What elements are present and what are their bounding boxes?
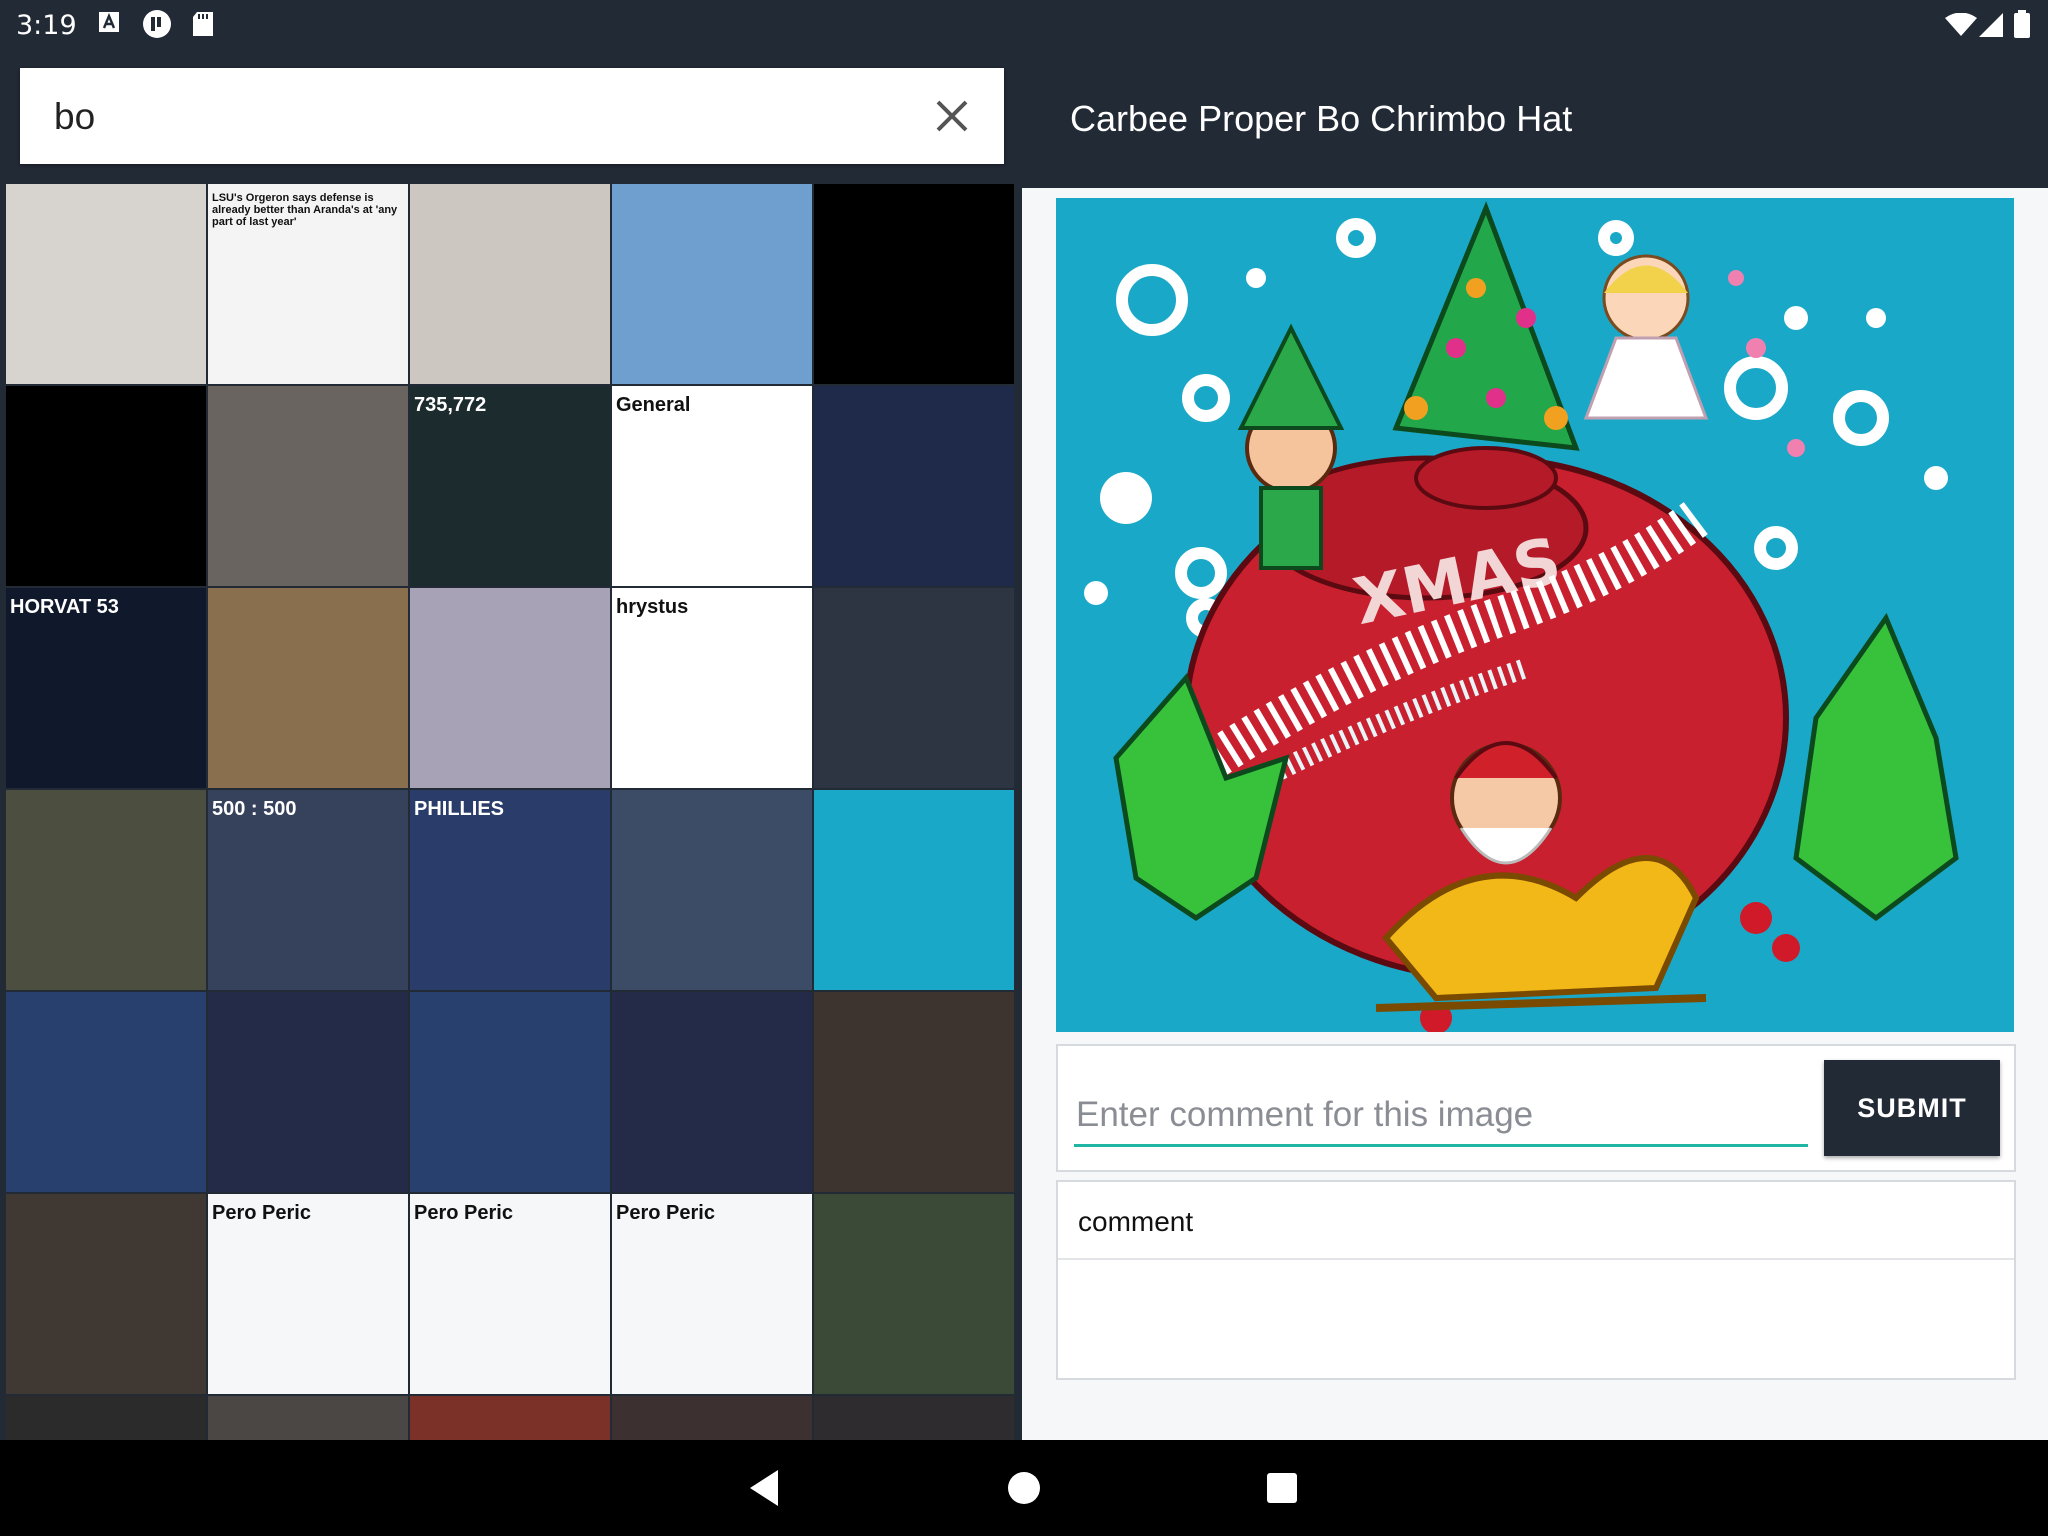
grid-image-partial-2[interactable] [208,1396,408,1440]
grid-image-partial-5[interactable] [814,1396,1014,1440]
comment-form: SUBMIT [1056,1044,2016,1172]
grid-image-football-card[interactable] [814,1194,1014,1394]
image-caption: Pero Peric [212,1202,311,1224]
recents-icon[interactable] [1262,1468,1302,1508]
grid-image-social-post-2[interactable]: Pero Peric [410,1194,610,1394]
grid-image-partial-1[interactable] [6,1396,206,1440]
grid-image-partial-3[interactable] [410,1396,610,1440]
grid-image-cards-binder-2[interactable] [208,992,408,1192]
image-caption: 735,772 [414,394,487,416]
image-caption: General [616,394,691,416]
detail-header: Carbee Proper Bo Chrimbo Hat [1022,50,2048,188]
grid-image-mandalorian[interactable] [612,790,812,990]
grid-image-man-guitar[interactable] [208,588,408,788]
grid-image-social-post-1[interactable]: Pero Peric [208,1194,408,1394]
grid-image-rookie-card[interactable] [814,588,1014,788]
comment-text: comment [1078,1206,1194,1237]
comments-list: comment [1056,1180,2016,1380]
grid-image-green-stick-2[interactable] [6,386,206,586]
signal-icon [1979,13,2003,37]
grid-image-lsu-news[interactable]: LSU's Orgeron says defense is already be… [208,184,408,384]
grid-image-game-500[interactable]: 500 : 500 [208,790,408,990]
sd-card-icon [193,12,213,36]
grid-image-man-red-nose[interactable] [410,184,610,384]
home-icon[interactable] [1004,1468,1044,1508]
close-icon[interactable] [930,94,974,138]
grid-image-phillies-cards[interactable]: PHILLIES [410,790,610,990]
navigation-bar [0,1440,2048,1536]
grid-image-cards-binder-4[interactable] [612,992,812,1192]
selected-image: XMAS [1056,198,2014,1032]
image-title: Carbee Proper Bo Chrimbo Hat [1070,98,1573,139]
xmas-hat-illustration: XMAS [1056,198,2014,1032]
list-item: comment [1058,1182,2014,1260]
font-icon [99,12,119,32]
image-grid: LSU's Orgeron says defense is already be… [6,184,1018,1440]
grid-image-man-coat[interactable] [208,386,408,586]
image-caption: PHILLIES [414,798,505,820]
grid-image-green-stick[interactable] [814,184,1014,384]
back-icon[interactable] [746,1468,786,1508]
grid-image-jersey-50[interactable] [814,386,1014,586]
app-badge-icon [143,10,171,38]
status-time: 3:19 [16,10,77,41]
image-caption: LSU's Orgeron says defense is already be… [212,192,398,228]
image-caption: hrystus [616,596,689,618]
image-detail-pane: Carbee Proper Bo Chrimbo Hat XMAS Enter … [1022,50,2048,1440]
submit-button[interactable]: SUBMIT [1824,1060,2000,1156]
grid-image-man-white-shirt[interactable] [6,184,206,384]
grid-image-landscape[interactable] [612,184,812,384]
grid-image-game-score[interactable]: 735,772 [410,386,610,586]
grid-image-football-collage[interactable] [410,588,610,788]
grid-image-polish-text[interactable]: hrystus [612,588,812,788]
image-search-pane: LSU's Orgeron says defense is already be… [0,50,1022,1440]
grid-image-partial-4[interactable] [612,1396,812,1440]
image-caption: HORVAT 53 [10,596,119,618]
grid-image-xmas-thumb[interactable] [814,790,1014,990]
comment-input[interactable] [1074,1086,1808,1147]
grid-image-cards-binder-1[interactable] [6,992,206,1192]
grid-image-settings-table[interactable]: General [612,386,812,586]
search-input[interactable] [52,88,916,146]
wifi-icon [1945,13,1977,36]
status-bar: 3:19 [0,0,2048,50]
grid-image-social-post-3[interactable]: Pero Peric [612,1194,812,1394]
search-bar [20,68,1004,164]
image-caption: Pero Peric [616,1202,715,1224]
grid-image-cards-binder-3[interactable] [410,992,610,1192]
grid-image-signed-card[interactable] [6,790,206,990]
battery-icon [2014,10,2030,38]
image-caption: Pero Peric [414,1202,513,1224]
grid-image-cards-table[interactable] [814,992,1014,1192]
grid-image-jersey-53[interactable]: HORVAT 53 [6,588,206,788]
image-caption: 500 : 500 [212,798,297,820]
grid-image-dog[interactable] [6,1194,206,1394]
